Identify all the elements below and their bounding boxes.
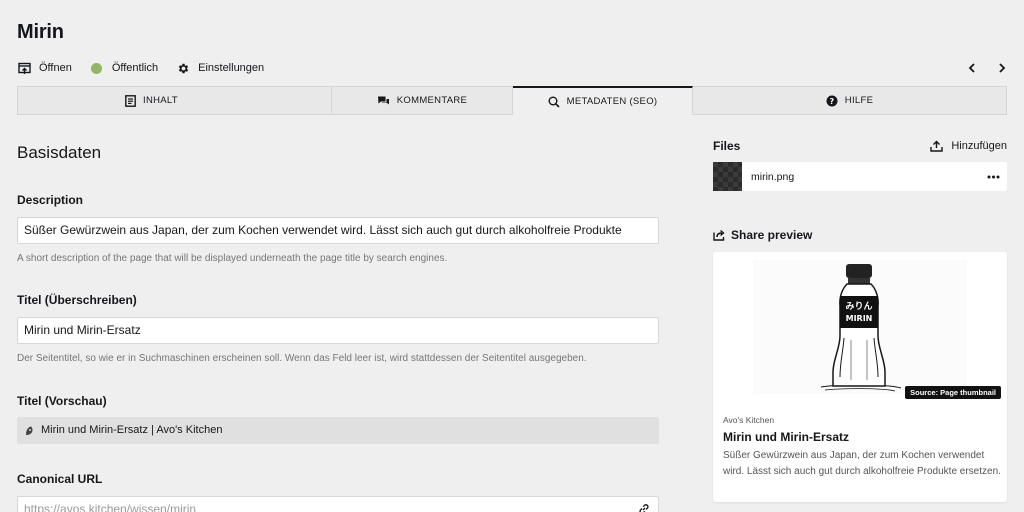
next-page-button[interactable] bbox=[994, 59, 1010, 77]
title-preview-value: Mirin und Mirin-Ersatz | Avo's Kitchen bbox=[41, 424, 223, 436]
open-button[interactable]: Öffnen bbox=[17, 61, 72, 75]
page-actions: Öffnen Öffentlich Einstellungen bbox=[17, 59, 282, 77]
description-help: A short description of the page that wil… bbox=[17, 253, 448, 264]
file-item[interactable]: mirin.png bbox=[713, 162, 1007, 191]
image-source-badge: Source: Page thumbnail bbox=[905, 386, 1001, 399]
chevron-left-icon bbox=[968, 63, 975, 73]
canonical-url-field[interactable]: https://avos.kitchen/wissen/mirin bbox=[17, 496, 659, 512]
share-site-name: Avo's Kitchen bbox=[723, 415, 775, 425]
canonical-label: Canonical URL bbox=[17, 472, 103, 486]
link-icon bbox=[638, 503, 650, 512]
tab-kommentare[interactable]: KOMMENTARE bbox=[332, 87, 513, 114]
upload-icon bbox=[930, 140, 944, 152]
section-title: Basisdaten bbox=[17, 143, 102, 162]
tab-label: KOMMENTARE bbox=[396, 95, 468, 106]
help-icon: ? bbox=[826, 95, 838, 107]
tab-label: HILFE bbox=[844, 95, 874, 106]
share-preview-text: Share preview bbox=[731, 228, 813, 242]
settings-label: Einstellungen bbox=[198, 62, 265, 74]
gear-icon bbox=[176, 61, 190, 75]
favicon-icon bbox=[24, 425, 35, 436]
file-thumbnail bbox=[713, 162, 742, 191]
settings-button[interactable]: Einstellungen bbox=[176, 61, 264, 75]
share-preview-card: みりん MIRIN Source: Page thumbnail Avo's K… bbox=[713, 252, 1007, 502]
share-description: Süßer Gewürzwein aus Japan, der zum Koch… bbox=[723, 450, 1001, 477]
content-icon bbox=[125, 94, 136, 107]
title-preview-field: Mirin und Mirin-Ersatz | Avo's Kitchen bbox=[17, 417, 659, 444]
bottle-label-top: みりん bbox=[845, 301, 872, 312]
description-label: Description bbox=[17, 193, 84, 207]
share-title: Mirin und Mirin-Ersatz bbox=[723, 430, 849, 444]
status-button[interactable]: Öffentlich bbox=[90, 61, 158, 75]
share-image: みりん MIRIN bbox=[713, 252, 1007, 402]
files-label: Files bbox=[713, 139, 741, 153]
share-icon bbox=[713, 229, 725, 241]
tab-metadaten[interactable]: METADATEN (SEO) bbox=[513, 86, 693, 115]
mirin-bottle-illustration: みりん MIRIN bbox=[753, 260, 967, 394]
file-name: mirin.png bbox=[751, 170, 795, 183]
svg-text:?: ? bbox=[829, 97, 834, 106]
bottle-label-bottom: MIRIN bbox=[846, 314, 873, 323]
status-label: Öffentlich bbox=[111, 62, 159, 74]
title-override-help: Der Seitentitel, so wie er in Suchmaschi… bbox=[17, 353, 587, 364]
title-override-label: Titel (Überschreiben) bbox=[17, 293, 137, 307]
title-preview-label: Titel (Vorschau) bbox=[17, 394, 107, 408]
title-override-field[interactable]: Mirin und Mirin-Ersatz bbox=[17, 317, 659, 344]
prev-page-button[interactable] bbox=[964, 59, 980, 77]
comments-icon bbox=[377, 95, 390, 107]
open-label: Öffnen bbox=[39, 62, 72, 74]
add-file-button[interactable]: Hinzufügen bbox=[930, 140, 1007, 152]
share-preview-label: Share preview bbox=[713, 228, 812, 242]
canonical-placeholder: https://avos.kitchen/wissen/mirin bbox=[24, 502, 197, 512]
search-icon bbox=[548, 96, 560, 108]
pager bbox=[950, 59, 1010, 77]
more-dots-icon bbox=[987, 175, 999, 178]
page-title: Mirin bbox=[17, 21, 64, 43]
tab-hilfe[interactable]: ? HILFE bbox=[693, 87, 1006, 114]
tab-inhalt[interactable]: INHALT bbox=[18, 87, 332, 114]
tab-label: INHALT bbox=[143, 95, 178, 106]
open-window-icon bbox=[17, 61, 31, 75]
description-field[interactable]: Süßer Gewürzwein aus Japan, der zum Koch… bbox=[17, 217, 659, 244]
tab-label: METADATEN (SEO) bbox=[566, 96, 658, 107]
add-label: Hinzufügen bbox=[951, 140, 1007, 152]
status-dot-icon bbox=[90, 61, 104, 75]
chevron-right-icon bbox=[999, 63, 1006, 73]
file-options-button[interactable] bbox=[979, 175, 1007, 179]
tab-bar: INHALT KOMMENTARE METADATEN (SEO) ? HILF… bbox=[17, 86, 1007, 115]
